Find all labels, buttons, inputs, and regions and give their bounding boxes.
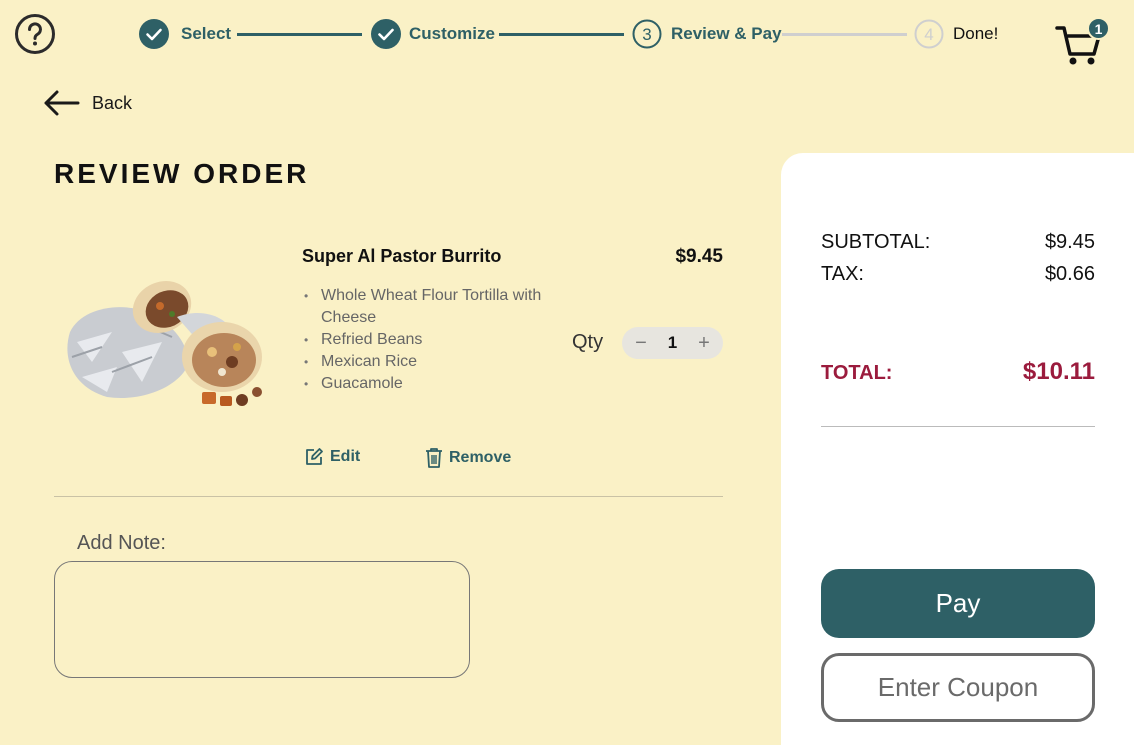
ingredient-item: Guacamole (304, 373, 544, 395)
check-circle-icon (371, 19, 401, 49)
tax-row: TAX: $0.66 (821, 263, 1095, 286)
remove-button[interactable]: Remove (425, 447, 511, 469)
subtotal-value: $9.45 (1044, 231, 1095, 253)
tax-value: $0.66 (1044, 263, 1095, 285)
step-label: Customize (409, 24, 495, 43)
back-label: Back (92, 92, 133, 113)
remove-label: Remove (449, 449, 512, 466)
step-label: Done! (953, 24, 999, 43)
step-label: Review & Pay (671, 24, 782, 43)
page-title: REVIEW ORDER (54, 158, 310, 189)
cart-count-badge: 1 (1087, 17, 1110, 40)
total-row: TOTAL: $10.11 (821, 358, 1095, 386)
quantity-value: 1 (667, 333, 678, 352)
step-number-icon: 4 (914, 19, 944, 49)
svg-text:4: 4 (924, 25, 933, 44)
divider (821, 426, 1095, 427)
arrow-left-icon (44, 90, 80, 116)
step-select[interactable]: Select (139, 18, 231, 50)
pay-button[interactable]: Pay (821, 569, 1095, 638)
quantity-stepper: − 1 + (622, 327, 723, 359)
ingredient-item: Whole Wheat Flour Tortilla with Cheese (304, 285, 544, 329)
step-connector (499, 33, 624, 36)
ingredient-list: Whole Wheat Flour Tortilla with Cheese R… (304, 285, 544, 395)
enter-coupon-button[interactable]: Enter Coupon (821, 653, 1095, 722)
ingredient-item: Mexican Rice (304, 351, 544, 373)
divider (54, 496, 723, 497)
minus-icon[interactable]: − (632, 333, 650, 353)
trash-icon (426, 448, 442, 468)
note-input[interactable] (54, 561, 470, 678)
step-done: 4 Done! (914, 18, 998, 50)
help-icon[interactable] (14, 13, 56, 55)
edit-label: Edit (330, 448, 361, 465)
svg-text:3: 3 (642, 25, 651, 44)
step-label: Select (181, 24, 232, 43)
burrito-image (67, 281, 262, 406)
total-label: TOTAL: (821, 362, 893, 384)
edit-button[interactable]: Edit (304, 447, 360, 467)
step-review-pay: 3 Review & Pay (632, 18, 782, 50)
note-label: Add Note: (77, 532, 166, 554)
item-name: Super Al Pastor Burrito (302, 246, 502, 266)
plus-icon[interactable]: + (695, 333, 713, 353)
tax-label: TAX: (821, 263, 864, 285)
check-circle-icon (139, 19, 169, 49)
step-connector (237, 33, 362, 36)
item-price: $9.45 (675, 246, 723, 267)
edit-icon (306, 448, 323, 465)
qty-label: Qty (572, 331, 604, 353)
ingredient-item: Refried Beans (304, 329, 544, 351)
step-customize[interactable]: Customize (371, 18, 495, 50)
step-connector (782, 33, 907, 36)
back-button[interactable]: Back (42, 88, 132, 118)
step-number-icon: 3 (632, 19, 662, 49)
subtotal-label: SUBTOTAL: (821, 231, 931, 253)
total-value: $10.11 (1022, 358, 1095, 385)
subtotal-row: SUBTOTAL: $9.45 (821, 231, 1095, 254)
